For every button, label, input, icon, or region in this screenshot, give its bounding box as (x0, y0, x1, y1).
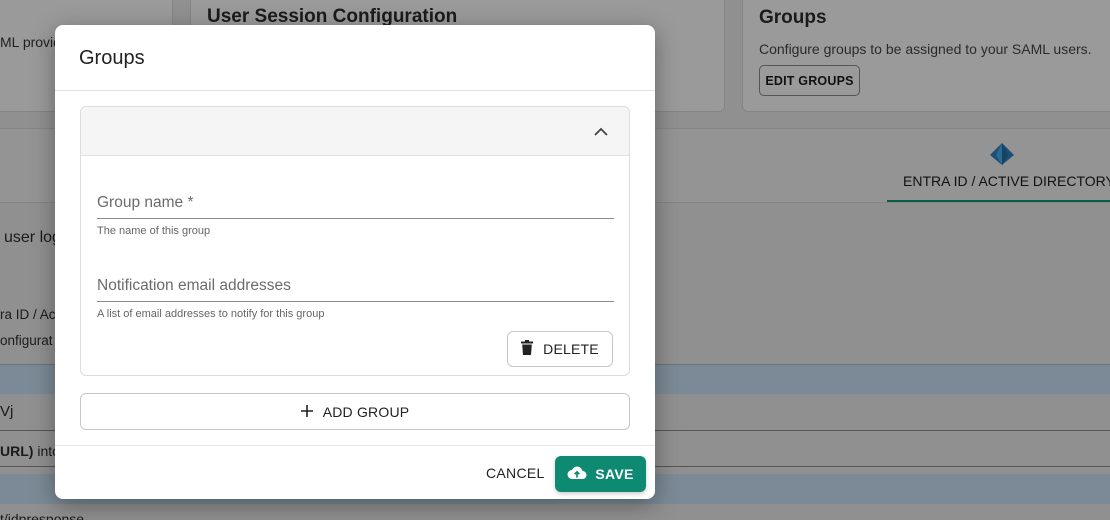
dialog-title: Groups (79, 47, 145, 69)
trash-icon (521, 340, 534, 358)
group-name-helper: The name of this group (97, 225, 211, 237)
url-bold-text: URL) (0, 443, 34, 459)
notification-email-helper: A list of email addresses to notify for … (97, 308, 325, 320)
entra-fragment-text: ra ID / Ac (0, 307, 56, 322)
save-button[interactable]: SAVE (555, 456, 646, 492)
group-name-label[interactable]: Group name * (97, 194, 614, 218)
notification-email-underline (97, 301, 614, 302)
delete-label: DELETE (543, 341, 599, 357)
tab-entra-id[interactable]: ENTRA ID / ACTIVE DIRECTORY (903, 173, 1110, 189)
groups-card-description: Configure groups to be assigned to your … (759, 41, 1092, 57)
entra-id-logo-icon (989, 142, 1015, 166)
group-name-underline (97, 218, 614, 219)
add-group-label: ADD GROUP (322, 403, 410, 420)
url-fragment-text: URL) into (0, 443, 60, 459)
notification-email-label[interactable]: Notification email addresses (97, 277, 614, 301)
dialog-footer: CANCEL SAVE (55, 445, 655, 499)
dialog-header: Groups (55, 25, 655, 91)
cancel-button[interactable]: CANCEL (486, 465, 545, 481)
plus-icon (300, 404, 313, 420)
dialog-body: Group name * The name of this group Noti… (55, 91, 655, 445)
group-name-field[interactable]: Group name * The name of this group (97, 194, 614, 237)
save-label: SAVE (595, 466, 634, 482)
add-group-button[interactable]: ADD GROUP (80, 393, 630, 430)
groups-card-title: Groups (759, 7, 827, 28)
chevron-up-icon[interactable] (591, 121, 611, 141)
config-fragment-text: onfigurat (0, 333, 53, 348)
wj-fragment-text: Vj (0, 403, 14, 420)
idp-fragment-text: t/idpresponse (0, 511, 85, 520)
group-accordion: Group name * The name of this group Noti… (80, 106, 630, 376)
user-login-text: user log (4, 229, 61, 246)
groups-dialog: Groups Group name * The name of this gro… (55, 25, 655, 499)
tab-active-indicator (887, 200, 1110, 202)
notification-email-field[interactable]: Notification email addresses A list of e… (97, 277, 614, 320)
group-accordion-header[interactable] (81, 107, 629, 156)
edit-groups-button[interactable]: EDIT GROUPS (759, 65, 860, 96)
delete-button[interactable]: DELETE (507, 331, 613, 367)
cloud-upload-icon (567, 466, 587, 483)
